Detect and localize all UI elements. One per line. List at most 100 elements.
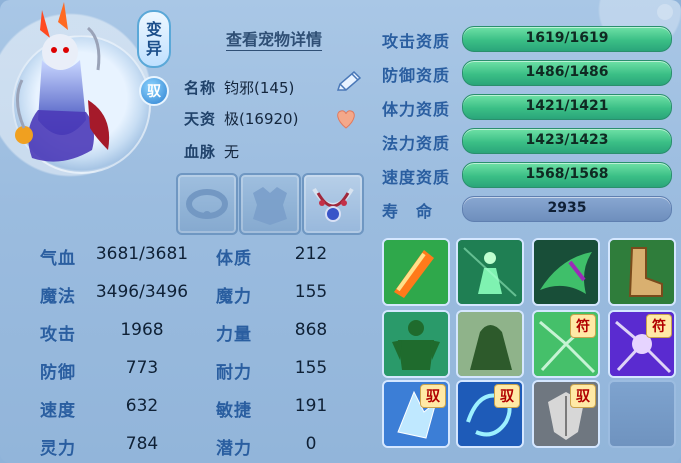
stat-label: 防御 <box>40 363 76 383</box>
attr-value: 0 <box>305 434 317 454</box>
quality-bar: 1619/1619 <box>462 26 672 52</box>
stat-4: 防御 773 <box>40 358 158 383</box>
mutant-badge-line2: 异 <box>145 39 162 58</box>
stat-3: 攻击 1968 <box>40 320 164 345</box>
attr-label: 魔力 <box>216 287 252 307</box>
skill-slot-7[interactable]: 符 <box>532 310 600 378</box>
quality-bar: 1421/1421 <box>462 94 672 120</box>
stat-label: 速度 <box>40 401 76 421</box>
attr-4: 耐力 155 <box>216 358 327 383</box>
quality-value: 1486/1486 <box>525 64 609 80</box>
skill-slot-8[interactable]: 符 <box>608 310 676 378</box>
quality-row-2: 防御资质 1486/1486 <box>382 60 672 86</box>
attr-label: 潜力 <box>216 439 252 459</box>
name-label: 名称 <box>184 79 217 97</box>
attr-label: 体质 <box>216 249 252 269</box>
yu-badge[interactable]: 驭 <box>139 76 169 106</box>
skill-tag-badge: 驭 <box>420 384 446 408</box>
corner-decoration <box>657 4 673 20</box>
quality-row-4: 法力资质 1423/1423 <box>382 128 672 154</box>
skill-slot-11[interactable]: 驭 <box>532 380 600 448</box>
equipment-slot-armor[interactable] <box>239 173 301 235</box>
stat-value: 3496/3496 <box>95 282 189 302</box>
skill-slot-4[interactable] <box>608 238 676 306</box>
skill-slot-9[interactable]: 驭 <box>382 380 450 448</box>
skill-slot-1[interactable] <box>382 238 450 306</box>
name-value: 钧邪(145) <box>224 79 295 97</box>
skill-slot-10[interactable]: 驭 <box>456 380 524 448</box>
stat-value: 632 <box>125 396 159 416</box>
stat-value: 1968 <box>120 320 164 340</box>
quality-label: 速度资质 <box>382 168 451 187</box>
skill-slot-5[interactable] <box>382 310 450 378</box>
quality-row-3: 体力资质 1421/1421 <box>382 94 672 120</box>
bloodline-value: 无 <box>224 143 240 161</box>
stat-value: 773 <box>125 358 159 378</box>
skill-tag-badge: 符 <box>570 314 596 338</box>
pet-portrait[interactable] <box>2 0 151 175</box>
stat-label: 灵力 <box>40 439 76 459</box>
quality-bar: 1568/1568 <box>462 162 672 188</box>
pet-info-panel: 变 异 驭 查看宠物详情 名称钧邪(145) 天资极(16920) 血脉无 <box>0 0 681 463</box>
stat-value: 3681/3681 <box>95 244 189 264</box>
attr-5: 敏捷 191 <box>216 396 327 421</box>
quality-value: 1421/1421 <box>525 98 609 114</box>
equipment-slot-necklace[interactable] <box>302 173 364 235</box>
skill-tag-badge: 驭 <box>494 384 520 408</box>
skill-slot-12[interactable] <box>608 380 676 448</box>
attr-value: 191 <box>294 396 328 416</box>
heart-icon[interactable] <box>334 108 358 130</box>
stat-6: 灵力 784 <box>40 434 158 459</box>
green-beast-skill-icon <box>458 312 522 376</box>
mutant-badge: 变 异 <box>137 10 171 68</box>
armor-placeholder-icon <box>253 187 287 225</box>
quality-label: 寿 命 <box>382 202 434 221</box>
attr-2: 魔力 155 <box>216 282 327 307</box>
attr-label: 力量 <box>216 325 252 345</box>
stat-1: 气血 3681/3681 <box>40 244 188 269</box>
quality-row-6: 寿 命 2935 <box>382 196 672 222</box>
quality-bar: 1486/1486 <box>462 60 672 86</box>
stat-value: 784 <box>125 434 159 454</box>
quality-row-5: 速度资质 1568/1568 <box>382 162 672 188</box>
edit-name-pencil-icon[interactable] <box>334 70 364 94</box>
skill-tag-badge: 符 <box>646 314 672 338</box>
bloodline-label: 血脉 <box>184 143 217 161</box>
stat-label: 攻击 <box>40 325 76 345</box>
pet-bloodline-row: 血脉无 <box>184 141 239 162</box>
skill-slot-3[interactable] <box>532 238 600 306</box>
green-claw-skill-icon <box>534 240 598 304</box>
quality-label: 防御资质 <box>382 66 451 85</box>
stat-label: 魔法 <box>40 287 76 307</box>
green-giant-skill-icon <box>384 312 448 376</box>
attr-3: 力量 868 <box>216 320 327 345</box>
attr-value: 155 <box>294 358 328 378</box>
equipment-slot-collar[interactable] <box>176 173 238 235</box>
quality-bar: 1423/1423 <box>462 128 672 154</box>
quality-label: 攻击资质 <box>382 32 451 51</box>
view-pet-details-link[interactable]: 查看宠物详情 <box>226 26 322 50</box>
skill-slot-2[interactable] <box>456 238 524 306</box>
attr-6: 潜力 0 <box>216 434 316 459</box>
stat-5: 速度 632 <box>40 396 158 421</box>
attr-label: 耐力 <box>216 363 252 383</box>
sword-fire-skill-icon <box>384 240 448 304</box>
quality-bar: 2935 <box>462 196 672 222</box>
pet-name-row: 名称 钧邪(145) <box>184 77 294 98</box>
skill-tag-badge: 驭 <box>570 384 596 408</box>
pet-model-icon <box>15 2 110 162</box>
quality-value: 2935 <box>547 200 587 216</box>
pet-aptitude-row: 天资 极(16920) <box>184 108 298 129</box>
quality-label: 法力资质 <box>382 134 451 153</box>
aptitude-value: 极(16920) <box>224 110 299 128</box>
skill-slot-6[interactable] <box>456 310 524 378</box>
collar-placeholder-icon <box>186 189 228 219</box>
attr-label: 敏捷 <box>216 401 252 421</box>
attr-value: 212 <box>294 244 328 264</box>
attr-value: 155 <box>294 282 328 302</box>
quality-value: 1568/1568 <box>525 166 609 182</box>
quality-label: 体力资质 <box>382 100 451 119</box>
quality-value: 1619/1619 <box>525 30 609 46</box>
green-figure-aura-skill-icon <box>458 240 522 304</box>
boot-skill-icon <box>610 240 674 304</box>
